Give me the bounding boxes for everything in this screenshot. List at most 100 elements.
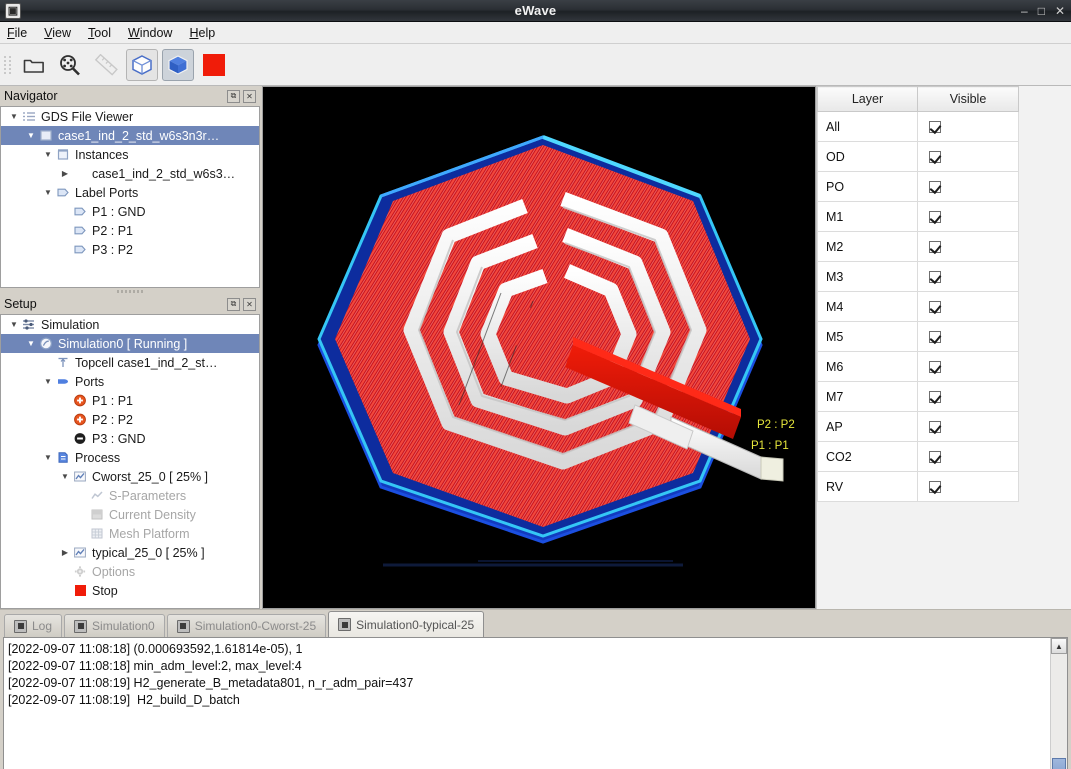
tree-item[interactable]: ▼ Label Ports bbox=[1, 183, 259, 202]
scroll-track[interactable] bbox=[1051, 654, 1067, 769]
tree-item[interactable]: Current Density bbox=[1, 505, 259, 524]
log-tab[interactable]: Simulation0 bbox=[64, 614, 165, 637]
navigator-close-button[interactable]: ✕ bbox=[243, 89, 256, 103]
tree-item[interactable]: P3 : P2 bbox=[1, 240, 259, 259]
visible-checkbox[interactable] bbox=[929, 271, 941, 284]
visible-checkbox[interactable] bbox=[929, 121, 941, 134]
layer-column-header[interactable]: Layer bbox=[817, 86, 918, 112]
tree-item[interactable]: Options bbox=[1, 562, 259, 581]
layer-visible-cell[interactable] bbox=[917, 201, 1019, 232]
layer-visible-cell[interactable] bbox=[917, 471, 1019, 502]
tree-item[interactable]: ▶ case1_ind_2_std_w6s3… bbox=[1, 164, 259, 183]
tree-item[interactable]: ▼ Simulation bbox=[1, 315, 259, 334]
setup-tree[interactable]: ▼ Simulation ▼ Simulation0 [ Running ] Topce… bbox=[0, 314, 260, 609]
table-row[interactable]: OD bbox=[817, 141, 1019, 172]
zoom-fit-icon[interactable] bbox=[54, 49, 86, 81]
scroll-thumb[interactable] bbox=[1052, 758, 1066, 769]
maximize-button[interactable]: □ bbox=[1038, 5, 1045, 17]
log-tab[interactable]: Simulation0-Cworst-25 bbox=[166, 614, 327, 637]
visible-checkbox[interactable] bbox=[929, 331, 941, 344]
visible-checkbox[interactable] bbox=[929, 151, 941, 164]
tree-item[interactable]: ▼ Process bbox=[1, 448, 259, 467]
log-console[interactable]: [2022-09-07 11:08:18] (0.000693592,1.618… bbox=[3, 637, 1068, 769]
setup-float-button[interactable]: ⧉ bbox=[227, 297, 240, 311]
navigator-float-button[interactable]: ⧉ bbox=[227, 89, 240, 103]
navigator-tree[interactable]: ▼ GDS File Viewer ▼ case1_ind_2_std_w6s3n3r… bbox=[0, 106, 260, 288]
tree-expand-arrow[interactable]: ▼ bbox=[7, 320, 21, 329]
minimize-button[interactable]: – bbox=[1021, 5, 1028, 17]
layer-visible-cell[interactable] bbox=[917, 291, 1019, 322]
tree-expand-arrow[interactable]: ▼ bbox=[41, 188, 55, 197]
visible-checkbox[interactable] bbox=[929, 451, 941, 464]
menu-tool[interactable]: Tool bbox=[88, 26, 111, 40]
layer-visible-cell[interactable] bbox=[917, 231, 1019, 262]
menu-file[interactable]: File bbox=[7, 26, 27, 40]
tree-item[interactable]: ▼ Instances bbox=[1, 145, 259, 164]
visible-checkbox[interactable] bbox=[929, 421, 941, 434]
table-row[interactable]: M5 bbox=[817, 321, 1019, 352]
layer-visible-cell[interactable] bbox=[917, 261, 1019, 292]
menu-help[interactable]: Help bbox=[189, 26, 215, 40]
tree-item[interactable]: Stop bbox=[1, 581, 259, 600]
toolbar-grip[interactable] bbox=[4, 52, 11, 78]
layer-visible-cell[interactable] bbox=[917, 351, 1019, 382]
tree-item[interactable]: Mesh Platform bbox=[1, 524, 259, 543]
tree-item[interactable]: P2 : P2 bbox=[1, 410, 259, 429]
tree-expand-arrow[interactable]: ▼ bbox=[41, 150, 55, 159]
tree-collapse-arrow[interactable]: ▶ bbox=[58, 169, 72, 178]
layer-visible-cell[interactable] bbox=[917, 111, 1019, 142]
tree-collapse-arrow[interactable]: ▶ bbox=[58, 548, 72, 557]
close-button[interactable]: ✕ bbox=[1055, 5, 1065, 17]
log-scrollbar[interactable]: ▲ ▼ bbox=[1050, 638, 1067, 769]
table-row[interactable]: M1 bbox=[817, 201, 1019, 232]
tree-item[interactable]: S-Parameters bbox=[1, 486, 259, 505]
tree-item[interactable]: ▼ Ports bbox=[1, 372, 259, 391]
tree-item[interactable]: ▼ Simulation0 [ Running ] bbox=[1, 334, 259, 353]
tree-expand-arrow[interactable]: ▼ bbox=[41, 377, 55, 386]
solid-cube-icon[interactable] bbox=[162, 48, 194, 81]
table-row[interactable]: RV bbox=[817, 471, 1019, 502]
tree-item[interactable]: P1 : P1 bbox=[1, 391, 259, 410]
tree-item[interactable]: Topcell case1_ind_2_st… bbox=[1, 353, 259, 372]
3d-viewport[interactable]: P2 : P2 P1 : P1 bbox=[262, 86, 816, 609]
table-row[interactable]: M6 bbox=[817, 351, 1019, 382]
visible-checkbox[interactable] bbox=[929, 241, 941, 254]
tree-item[interactable]: P1 : GND bbox=[1, 202, 259, 221]
scroll-up-button[interactable]: ▲ bbox=[1051, 638, 1067, 654]
table-row[interactable]: CO2 bbox=[817, 441, 1019, 472]
menu-window[interactable]: Window bbox=[128, 26, 172, 40]
tree-expand-arrow[interactable]: ▼ bbox=[24, 339, 38, 348]
visible-column-header[interactable]: Visible bbox=[917, 86, 1019, 112]
menu-view[interactable]: View bbox=[44, 26, 71, 40]
visible-checkbox[interactable] bbox=[929, 181, 941, 194]
log-tab[interactable]: Log bbox=[4, 614, 63, 637]
open-folder-icon[interactable] bbox=[18, 49, 50, 81]
log-tab[interactable]: Simulation0-typical-25 bbox=[328, 611, 485, 637]
tree-item[interactable]: P3 : GND bbox=[1, 429, 259, 448]
tree-item[interactable]: P2 : P1 bbox=[1, 221, 259, 240]
layer-visible-cell[interactable] bbox=[917, 411, 1019, 442]
stop-square-icon[interactable] bbox=[198, 49, 230, 81]
tree-item[interactable]: ▼ GDS File Viewer bbox=[1, 107, 259, 126]
tree-expand-arrow[interactable]: ▼ bbox=[7, 112, 21, 121]
tree-item[interactable]: ▶ typical_25_0 [ 25% ] bbox=[1, 543, 259, 562]
wireframe-cube-icon[interactable] bbox=[126, 48, 158, 81]
tree-item[interactable]: ▼ Cworst_25_0 [ 25% ] bbox=[1, 467, 259, 486]
tree-expand-arrow[interactable]: ▼ bbox=[41, 453, 55, 462]
table-row[interactable]: PO bbox=[817, 171, 1019, 202]
visible-checkbox[interactable] bbox=[929, 481, 941, 494]
table-row[interactable]: AP bbox=[817, 411, 1019, 442]
table-row[interactable]: M4 bbox=[817, 291, 1019, 322]
tree-expand-arrow[interactable]: ▼ bbox=[24, 131, 38, 140]
visible-checkbox[interactable] bbox=[929, 361, 941, 374]
setup-close-button[interactable]: ✕ bbox=[243, 297, 256, 311]
layer-visible-cell[interactable] bbox=[917, 441, 1019, 472]
layer-visible-cell[interactable] bbox=[917, 321, 1019, 352]
tree-item[interactable]: ▼ case1_ind_2_std_w6s3n3r… bbox=[1, 126, 259, 145]
visible-checkbox[interactable] bbox=[929, 391, 941, 404]
layer-visible-cell[interactable] bbox=[917, 381, 1019, 412]
visible-checkbox[interactable] bbox=[929, 211, 941, 224]
visible-checkbox[interactable] bbox=[929, 301, 941, 314]
table-row[interactable]: M7 bbox=[817, 381, 1019, 412]
table-row[interactable]: All bbox=[817, 111, 1019, 142]
